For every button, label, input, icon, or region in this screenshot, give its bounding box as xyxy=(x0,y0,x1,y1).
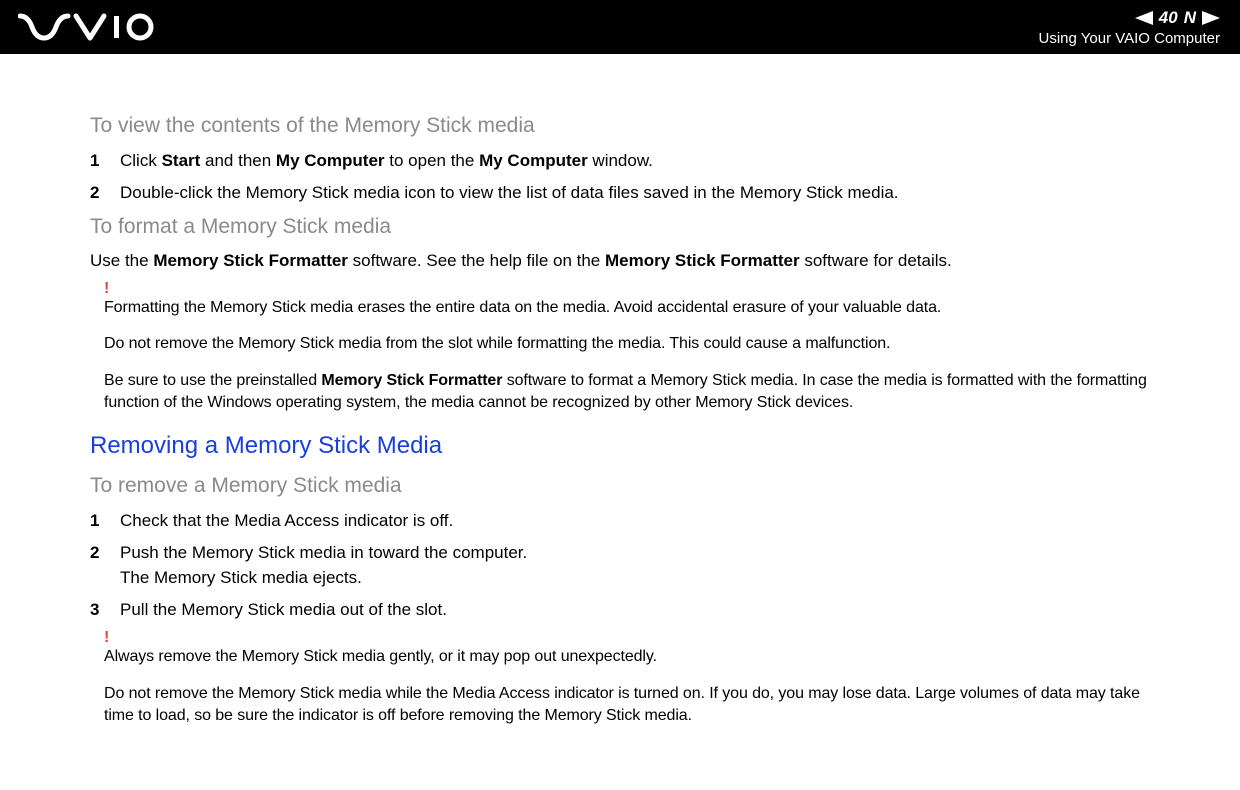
numbered-step: 1 Click Start and then My Computer to ope… xyxy=(90,148,1170,174)
warning-text: Formatting the Memory Stick media erases… xyxy=(104,297,1170,319)
warning-text: Always remove the Memory Stick media gen… xyxy=(104,646,1170,668)
header-subtitle: Using Your VAIO Computer xyxy=(1039,30,1220,47)
step-number: 2 xyxy=(90,540,102,591)
warning-block: ! Always remove the Memory Stick media g… xyxy=(104,630,1170,727)
step-number: 3 xyxy=(90,597,102,623)
warning-block: ! Formatting the Memory Stick media eras… xyxy=(104,281,1170,415)
numbered-step: 2 Double-click the Memory Stick media ico… xyxy=(90,180,1170,206)
vaio-logo xyxy=(18,0,168,54)
warning-icon: ! xyxy=(104,630,1170,646)
numbered-step: 2 Push the Memory Stick media in toward t… xyxy=(90,540,1170,591)
step-text: Pull the Memory Stick media out of the s… xyxy=(120,597,447,623)
step-number: 1 xyxy=(90,148,102,174)
step-number: 1 xyxy=(90,508,102,534)
step-number: 2 xyxy=(90,180,102,206)
page-content: To view the contents of the Memory Stick… xyxy=(0,54,1240,762)
warning-text: Do not remove the Memory Stick media fro… xyxy=(104,333,1170,355)
section-heading: To view the contents of the Memory Stick… xyxy=(90,114,1170,138)
paragraph: Use the Memory Stick Formatter software.… xyxy=(90,249,1170,273)
step-text: Click Start and then My Computer to open… xyxy=(120,148,653,174)
prev-page-arrow-icon[interactable] xyxy=(1135,11,1153,25)
step-text: Check that the Media Access indicator is… xyxy=(120,508,453,534)
page-header: 40 N Using Your VAIO Computer xyxy=(0,0,1240,54)
step-text: Push the Memory Stick media in toward th… xyxy=(120,540,527,591)
warning-icon: ! xyxy=(104,281,1170,297)
header-right: 40 N Using Your VAIO Computer xyxy=(1039,8,1220,47)
page-nav: 40 N xyxy=(1135,8,1220,28)
n-label: N xyxy=(1184,8,1196,28)
section-heading-major: Removing a Memory Stick Media xyxy=(90,432,1170,460)
warning-text: Be sure to use the preinstalled Memory S… xyxy=(104,370,1170,415)
numbered-step: 1 Check that the Media Access indicator i… xyxy=(90,508,1170,534)
section-heading: To remove a Memory Stick media xyxy=(90,474,1170,498)
next-page-arrow-icon[interactable] xyxy=(1202,11,1220,25)
section-heading: To format a Memory Stick media xyxy=(90,215,1170,239)
warning-text: Do not remove the Memory Stick media whi… xyxy=(104,683,1170,728)
page-number: 40 xyxy=(1159,8,1178,28)
step-text: Double-click the Memory Stick media icon… xyxy=(120,180,899,206)
numbered-step: 3 Pull the Memory Stick media out of the … xyxy=(90,597,1170,623)
